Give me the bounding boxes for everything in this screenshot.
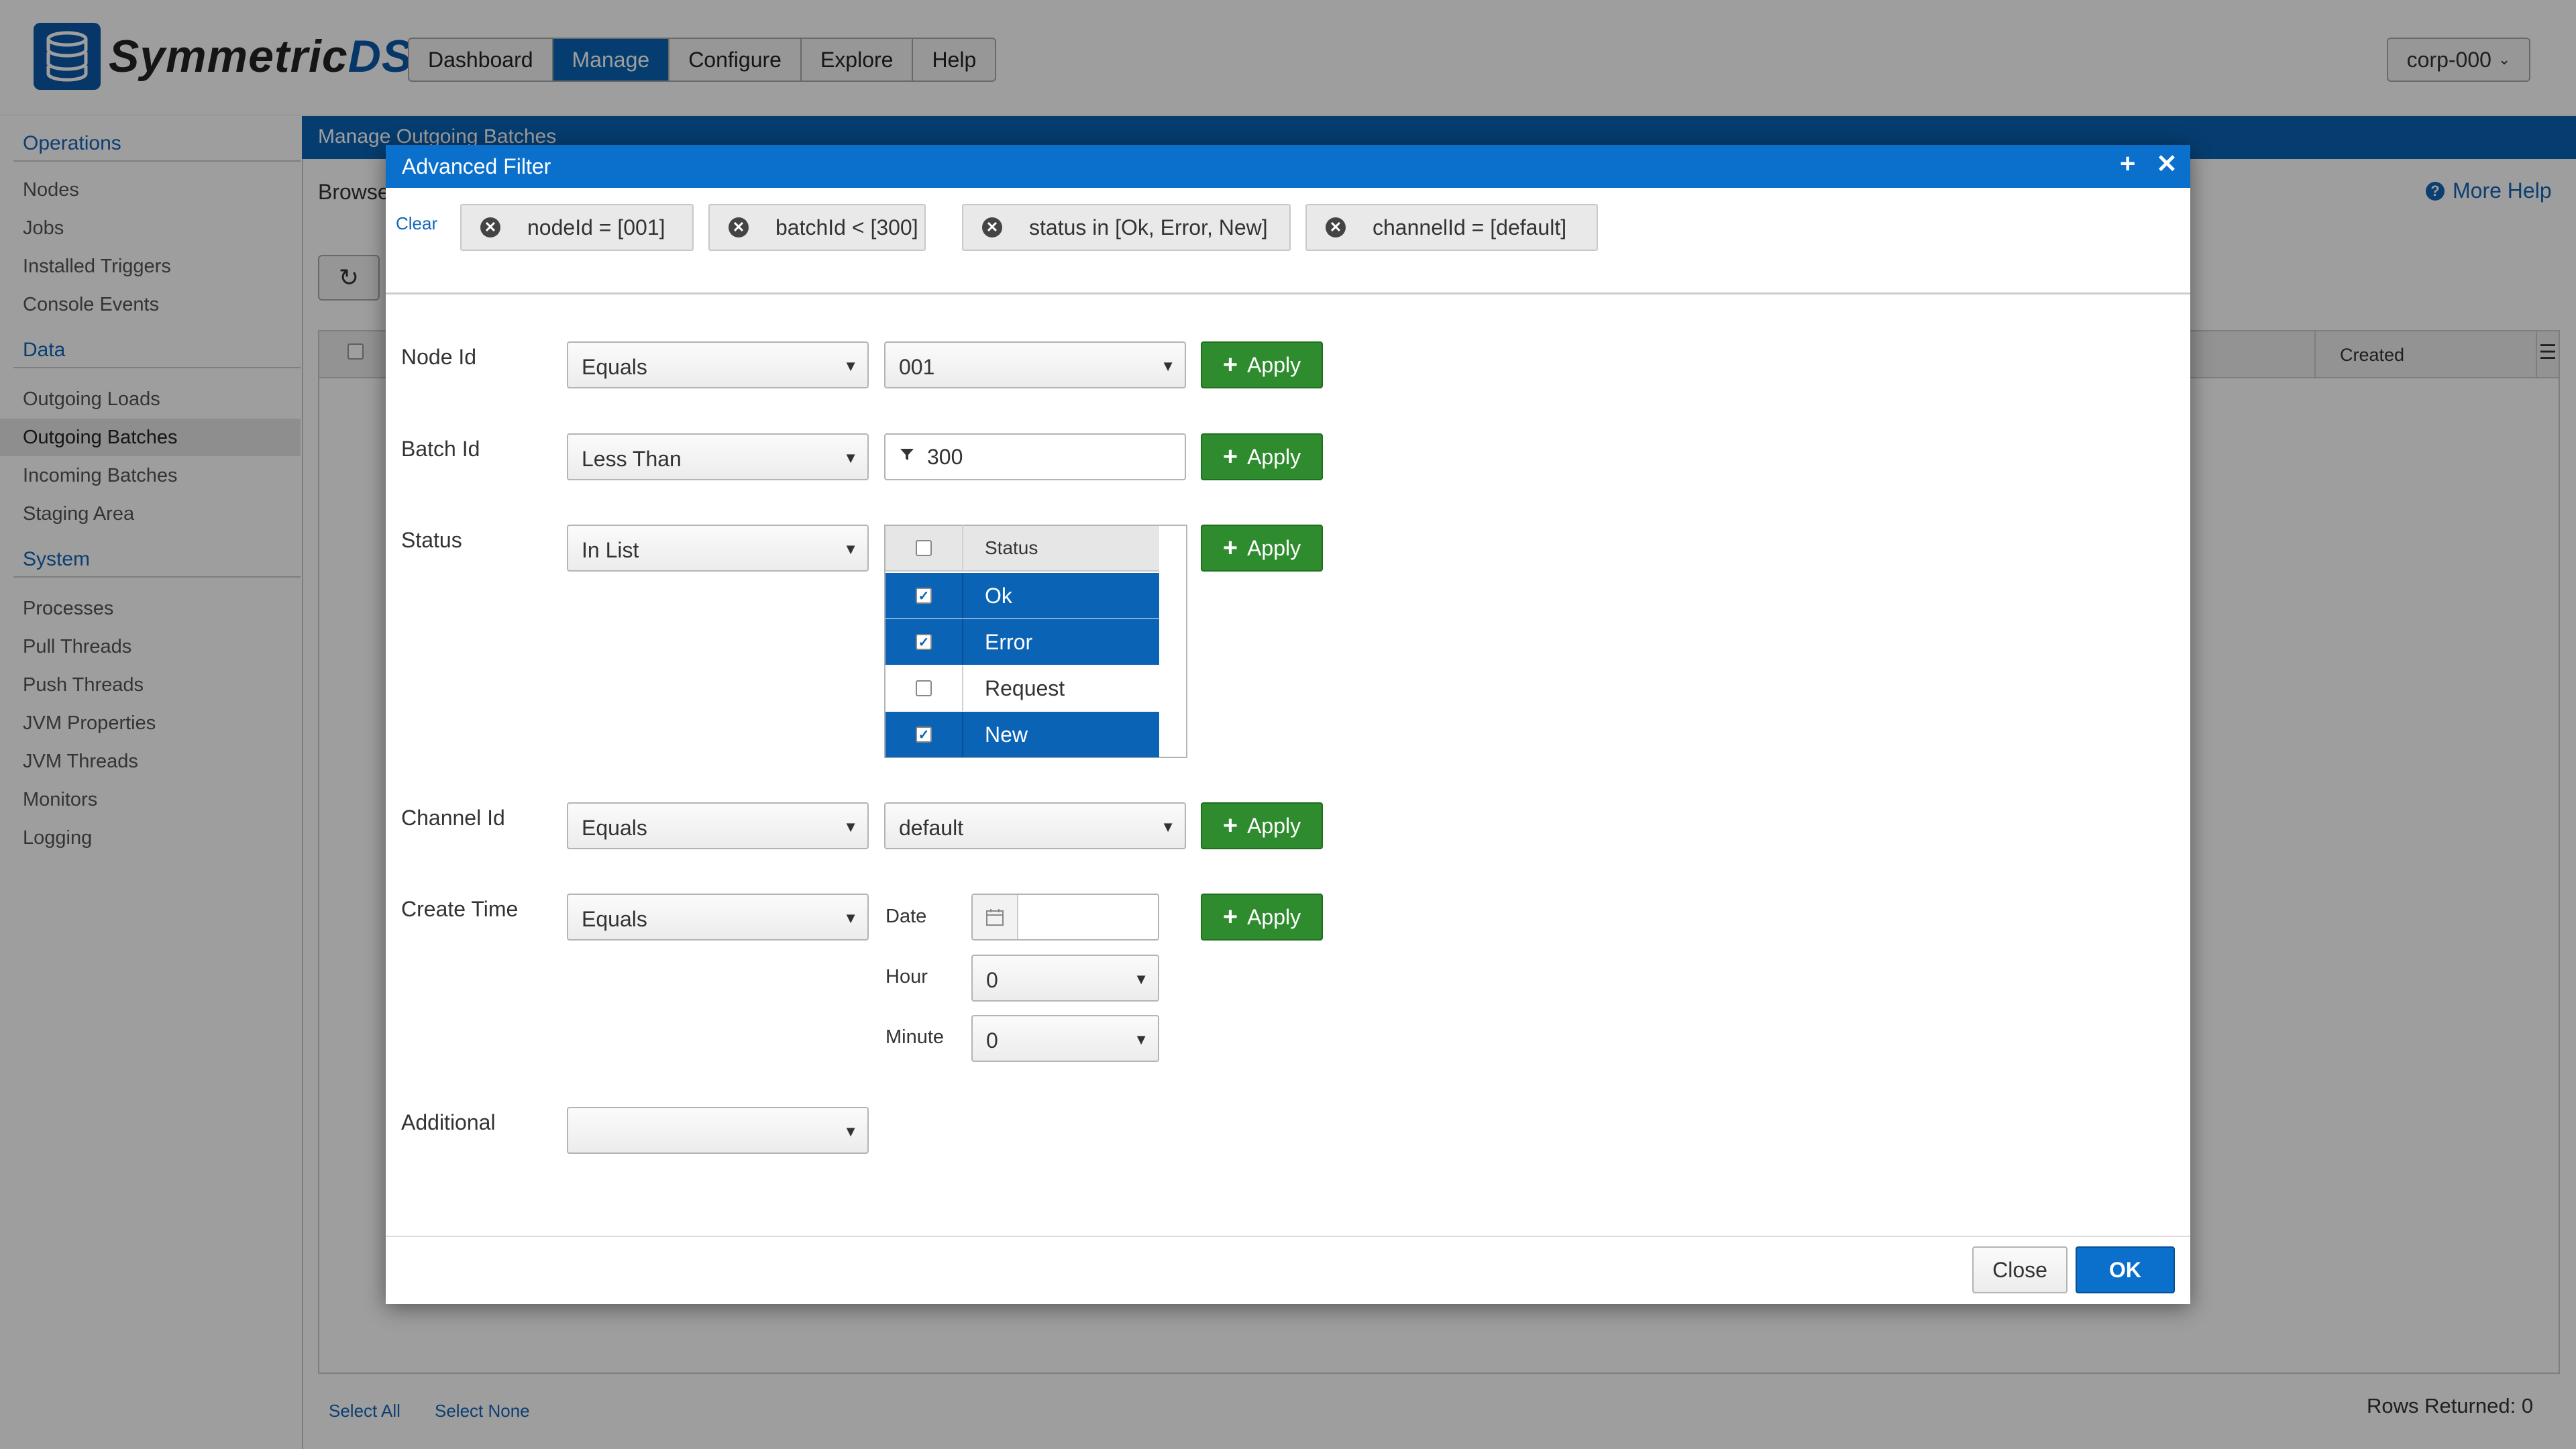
plus-icon: +	[1222, 533, 1238, 562]
batch-id-input[interactable]: 300	[884, 433, 1186, 480]
status-option-label: New	[985, 722, 1028, 747]
caret-down-icon: ▼	[1161, 818, 1175, 835]
filter-chip-node-id: ✕ nodeId = [001]	[460, 204, 694, 251]
status-ok-checkbox[interactable]: ✓	[916, 588, 932, 604]
create-time-apply-button[interactable]: + Apply	[1201, 894, 1323, 941]
status-error-checkbox[interactable]: ✓	[916, 634, 932, 650]
select-value: Equals	[582, 816, 647, 840]
create-time-operator-select[interactable]: Equals ▼	[567, 894, 869, 941]
status-new-checkbox[interactable]: ✓	[916, 727, 932, 743]
dialog-title: Advanced Filter	[386, 145, 2190, 188]
status-operator-select[interactable]: In List ▼	[567, 525, 869, 572]
filter-chip-batch-id: ✕ batchId < [300]	[708, 204, 926, 251]
select-value: Equals	[582, 907, 647, 931]
date-label: Date	[885, 906, 927, 927]
input-value: 300	[927, 444, 963, 469]
status-option-request[interactable]: Request	[885, 665, 1159, 711]
node-id-operator-select[interactable]: Equals ▼	[567, 341, 869, 388]
status-option-label: Error	[985, 629, 1033, 654]
batch-id-label: Batch Id	[401, 437, 480, 461]
status-label: Status	[401, 528, 462, 552]
remove-chip-icon[interactable]: ✕	[1326, 217, 1346, 237]
caret-down-icon: ▼	[843, 358, 858, 374]
select-value: 0	[986, 1028, 998, 1053]
chip-label: nodeId = [001]	[527, 215, 665, 239]
remove-chip-icon[interactable]: ✕	[982, 217, 1002, 237]
caret-down-icon: ▼	[1134, 971, 1148, 987]
dialog-footer-divider	[386, 1236, 2190, 1237]
caret-down-icon: ▼	[843, 541, 858, 557]
select-value: default	[899, 816, 964, 840]
caret-down-icon: ▼	[843, 1123, 858, 1140]
filter-chip-channel-id: ✕ channelId = [default]	[1305, 204, 1598, 251]
status-option-ok[interactable]: ✓ Ok	[885, 573, 1159, 619]
minute-label: Minute	[885, 1026, 945, 1048]
close-icon[interactable]: ✕	[2156, 149, 2178, 179]
remove-chip-icon[interactable]: ✕	[729, 217, 749, 237]
apply-label: Apply	[1247, 444, 1301, 469]
channel-id-operator-select[interactable]: Equals ▼	[567, 802, 869, 849]
chip-label: batchId < [300]	[775, 215, 918, 239]
channel-id-value-select[interactable]: default ▼	[884, 802, 1186, 849]
chip-divider	[386, 292, 2190, 294]
batch-id-apply-button[interactable]: + Apply	[1201, 433, 1323, 480]
caret-down-icon: ▼	[843, 910, 858, 926]
ok-button[interactable]: OK	[2076, 1246, 2175, 1293]
filter-icon	[899, 446, 915, 468]
apply-label: Apply	[1247, 535, 1301, 560]
apply-label: Apply	[1247, 813, 1301, 838]
clear-filters-link[interactable]: Clear	[396, 213, 437, 234]
channel-id-apply-button[interactable]: + Apply	[1201, 802, 1323, 849]
status-option-new[interactable]: ✓ New	[885, 712, 1159, 757]
chip-label: channelId = [default]	[1373, 215, 1567, 239]
hour-label: Hour	[885, 966, 928, 987]
node-id-value-select[interactable]: 001 ▼	[884, 341, 1186, 388]
calendar-icon[interactable]	[973, 895, 1018, 939]
select-value: Less Than	[582, 447, 682, 471]
apply-label: Apply	[1247, 352, 1301, 377]
node-id-label: Node Id	[401, 345, 477, 369]
create-time-label: Create Time	[401, 897, 519, 921]
status-apply-button[interactable]: + Apply	[1201, 525, 1323, 572]
plus-icon: +	[1222, 811, 1238, 840]
caret-down-icon: ▼	[1161, 358, 1175, 374]
hour-select[interactable]: 0 ▼	[971, 955, 1159, 1002]
date-input[interactable]	[971, 894, 1159, 941]
status-request-checkbox[interactable]	[916, 680, 932, 696]
filter-chip-status: ✕ status in [Ok, Error, New]	[962, 204, 1291, 251]
status-list-header: Status	[885, 525, 1159, 572]
status-column-header: Status	[985, 537, 1038, 558]
maximize-icon[interactable]: +	[2120, 149, 2135, 179]
select-value: 001	[899, 355, 935, 379]
minute-select[interactable]: 0 ▼	[971, 1015, 1159, 1062]
apply-label: Apply	[1247, 904, 1301, 929]
additional-select[interactable]: ▼	[567, 1107, 869, 1154]
channel-id-label: Channel Id	[401, 806, 505, 830]
caret-down-icon: ▼	[843, 449, 858, 466]
batch-id-operator-select[interactable]: Less Than ▼	[567, 433, 869, 480]
chip-label: status in [Ok, Error, New]	[1029, 215, 1268, 239]
plus-icon: +	[1222, 902, 1238, 931]
plus-icon: +	[1222, 442, 1238, 471]
remove-chip-icon[interactable]: ✕	[480, 217, 500, 237]
close-button[interactable]: Close	[1972, 1246, 2068, 1293]
status-option-error[interactable]: ✓ Error	[885, 619, 1159, 665]
select-value: Equals	[582, 355, 647, 379]
caret-down-icon: ▼	[843, 818, 858, 835]
select-value: 0	[986, 968, 998, 992]
status-option-label: Request	[985, 676, 1065, 700]
select-value: In List	[582, 538, 639, 562]
additional-label: Additional	[401, 1110, 496, 1134]
node-id-apply-button[interactable]: + Apply	[1201, 341, 1323, 388]
plus-icon: +	[1222, 350, 1238, 379]
caret-down-icon: ▼	[1134, 1031, 1148, 1048]
status-option-label: Ok	[985, 583, 1012, 608]
status-select-all-checkbox[interactable]	[916, 540, 932, 556]
